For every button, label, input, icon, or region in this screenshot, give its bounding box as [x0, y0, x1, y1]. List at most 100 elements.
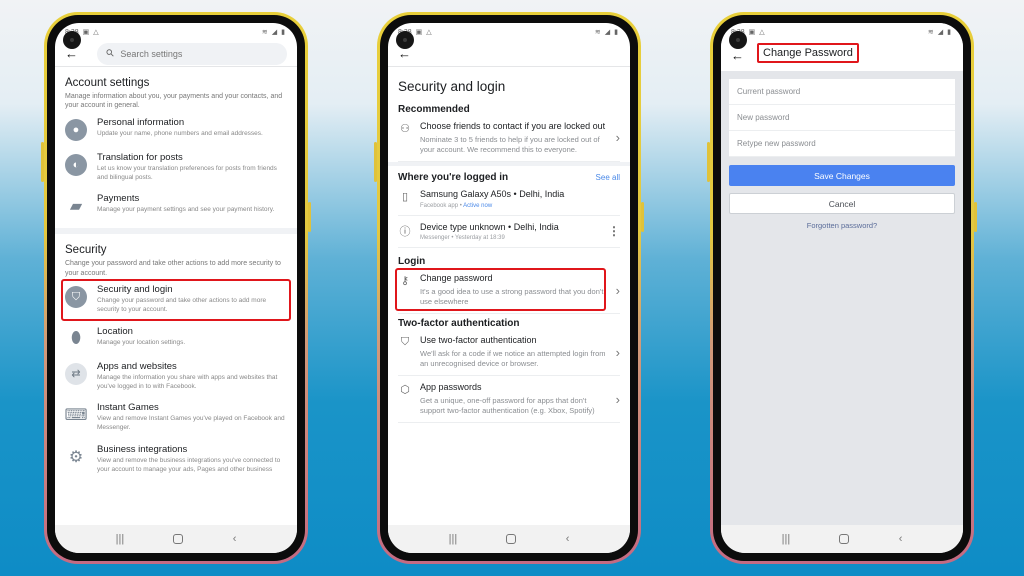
volume-button — [707, 142, 710, 182]
app-passwords-item[interactable]: ⬡ App passwords Get a unique, one-off pa… — [398, 376, 620, 424]
battery-icon: ▮ — [281, 29, 285, 36]
recents-button[interactable]: ||| — [116, 533, 125, 545]
setting-instant-games[interactable]: ⌨ Instant Games View and remove Instant … — [64, 396, 287, 438]
business-gear-icon: ⚙ — [68, 448, 84, 466]
logged-in-heading-text: Where you're logged in — [398, 171, 509, 183]
device-row[interactable]: ⓘ Device type unknown • Delhi, India Mes… — [398, 216, 620, 249]
status-bar: 8:38 ▣ △ ≋ ◢ ▮ — [721, 23, 963, 41]
status-bar: 8:38 ▣ △ ≋ ◢ ▮ — [388, 23, 630, 41]
android-nav-bar: ||| ‹ — [55, 525, 297, 553]
home-button[interactable] — [173, 534, 184, 544]
android-nav-bar: ||| ‹ — [721, 525, 963, 553]
login-heading: Login — [398, 256, 620, 267]
row-title: Choose friends to contact if you are loc… — [420, 121, 606, 131]
new-password-field[interactable] — [729, 105, 955, 131]
chevron-right-icon: › — [615, 282, 620, 298]
change-password-item[interactable]: ⚷ Change password It's a good idea to us… — [395, 267, 620, 315]
volume-button — [374, 142, 377, 182]
trusted-contacts-item[interactable]: ⚇ Choose friends to contact if you are l… — [398, 115, 620, 162]
new-password-input[interactable] — [737, 113, 955, 122]
device-name: Samsung Galaxy A50s • Delhi, India — [420, 188, 565, 199]
phone-security-login: 8:38 ▣ △ ≋ ◢ ▮ ← Security and login Reco… — [374, 12, 644, 564]
back-button[interactable]: ‹ — [566, 533, 570, 545]
change-password-form: Save Changes Cancel Forgotten password? — [721, 71, 963, 230]
recents-button[interactable]: ||| — [782, 533, 791, 545]
section-divider — [55, 228, 297, 235]
device-meta: Facebook app • Active now — [420, 202, 493, 209]
search-icon: ⚲ — [104, 47, 118, 60]
logged-in-heading: Where you're logged in See all — [398, 172, 620, 183]
back-button[interactable]: ‹ — [233, 533, 237, 545]
question-circle-icon: ⓘ — [399, 225, 411, 238]
setting-location[interactable]: ⬮ Location Manage your location settings… — [65, 320, 287, 355]
row-title: Use two-factor authentication — [420, 335, 537, 346]
account-settings-description: Manage information about you, your payme… — [65, 93, 283, 110]
change-password-header: 8:38 ▣ △ ≋ ◢ ▮ ← Change Password — [721, 23, 963, 71]
signal-icon: ◢ — [604, 29, 611, 36]
setting-desc: Change your password and take other acti… — [97, 297, 267, 314]
retype-password-field[interactable] — [729, 131, 955, 157]
change-password-screen: 8:38 ▣ △ ≋ ◢ ▮ ← Change Password — [721, 23, 963, 553]
save-changes-button[interactable]: Save Changes — [729, 165, 955, 186]
two-factor-item[interactable]: ⛉ Use two-factor authentication We'll as… — [398, 329, 620, 377]
current-password-field[interactable] — [729, 79, 955, 105]
see-all-link[interactable]: See all — [596, 173, 620, 182]
setting-title: Translation for posts — [97, 151, 183, 163]
power-button — [641, 202, 644, 232]
section-divider — [388, 161, 630, 166]
setting-desc: Manage your location settings. — [97, 338, 186, 346]
forgotten-password-link[interactable]: Forgotten password? — [729, 221, 955, 230]
search-placeholder: Search settings — [120, 48, 183, 59]
wifi-icon: ≋ — [927, 29, 934, 36]
home-button[interactable] — [506, 534, 517, 544]
setting-title: Security and login — [97, 284, 173, 296]
current-password-input[interactable] — [737, 87, 955, 96]
wifi-icon: ≋ — [261, 29, 268, 36]
location-pin-icon: ⬮ — [70, 329, 82, 347]
more-options-icon[interactable]: ⋮ — [608, 224, 620, 238]
swap-arrows-icon: ⇄ — [65, 362, 87, 385]
security-heading: Security — [65, 244, 107, 257]
back-button[interactable]: ‹ — [899, 533, 903, 545]
device-row[interactable]: ▯ Samsung Galaxy A50s • Delhi, India Fac… — [398, 183, 620, 216]
device-meta: Messenger • Yesterday at 18:39 — [420, 235, 505, 242]
account-settings-heading: Account settings — [65, 77, 150, 89]
device-name: Device type unknown • Delhi, India — [420, 221, 559, 232]
chevron-right-icon: › — [615, 391, 620, 407]
settings-header: ← ⚲ Search settings — [55, 41, 297, 67]
setting-personal-information[interactable]: ● Personal information Update your name,… — [65, 111, 287, 146]
security-description: Change your password and take other acti… — [65, 260, 281, 277]
phone-device-icon: ▯ — [401, 190, 409, 203]
search-settings-input[interactable]: ⚲ Search settings — [97, 42, 287, 65]
setting-payments[interactable]: ▰ Payments Manage your payment settings … — [65, 187, 287, 222]
setting-business-integrations[interactable]: ⚙ Business integrations View and remove … — [65, 438, 287, 480]
phone-change-password: 8:38 ▣ △ ≋ ◢ ▮ ← Change Password — [707, 12, 977, 564]
back-arrow-icon[interactable]: ← — [731, 48, 749, 63]
recents-button[interactable]: ||| — [449, 533, 458, 545]
front-camera — [63, 31, 81, 49]
device-status: Yesterday at 18:39 — [455, 235, 505, 242]
home-button[interactable] — [839, 534, 850, 544]
device-app: Facebook app — [420, 202, 459, 209]
setting-desc: View and remove Instant Games you've pla… — [97, 415, 285, 432]
setting-apps-and-websites[interactable]: ⇄ Apps and websites Manage the informati… — [65, 355, 287, 397]
row-title: App passwords — [420, 382, 482, 393]
drive-icon: △ — [426, 29, 432, 36]
row-desc: Get a unique, one-off password for apps … — [420, 395, 595, 415]
front-camera — [396, 31, 414, 49]
phone-settings: 8:38 ▣ △ ≋ ◢ ▮ ← ⚲ Search settings Accou… — [41, 12, 311, 564]
cancel-button[interactable]: Cancel — [729, 193, 955, 214]
setting-desc: Update your name, phone numbers and emai… — [97, 129, 263, 137]
setting-title: Business integrations — [97, 443, 188, 455]
page-title: Change Password — [757, 43, 859, 63]
setting-title: Personal information — [97, 116, 185, 128]
globe-icon: ◐ — [65, 153, 87, 176]
retype-password-input[interactable] — [737, 139, 955, 148]
battery-icon: ▮ — [947, 29, 951, 36]
setting-security-and-login[interactable]: ⛉ Security and login Change your passwor… — [61, 278, 291, 321]
android-nav-bar: ||| ‹ — [388, 525, 630, 553]
two-factor-heading-text: Two-factor authentication — [398, 318, 520, 330]
setting-translation-for-posts[interactable]: ◐ Translation for posts Let us know your… — [65, 146, 287, 188]
gamepad-icon: ⌨ — [64, 407, 88, 425]
device-app: Messenger — [420, 235, 450, 242]
